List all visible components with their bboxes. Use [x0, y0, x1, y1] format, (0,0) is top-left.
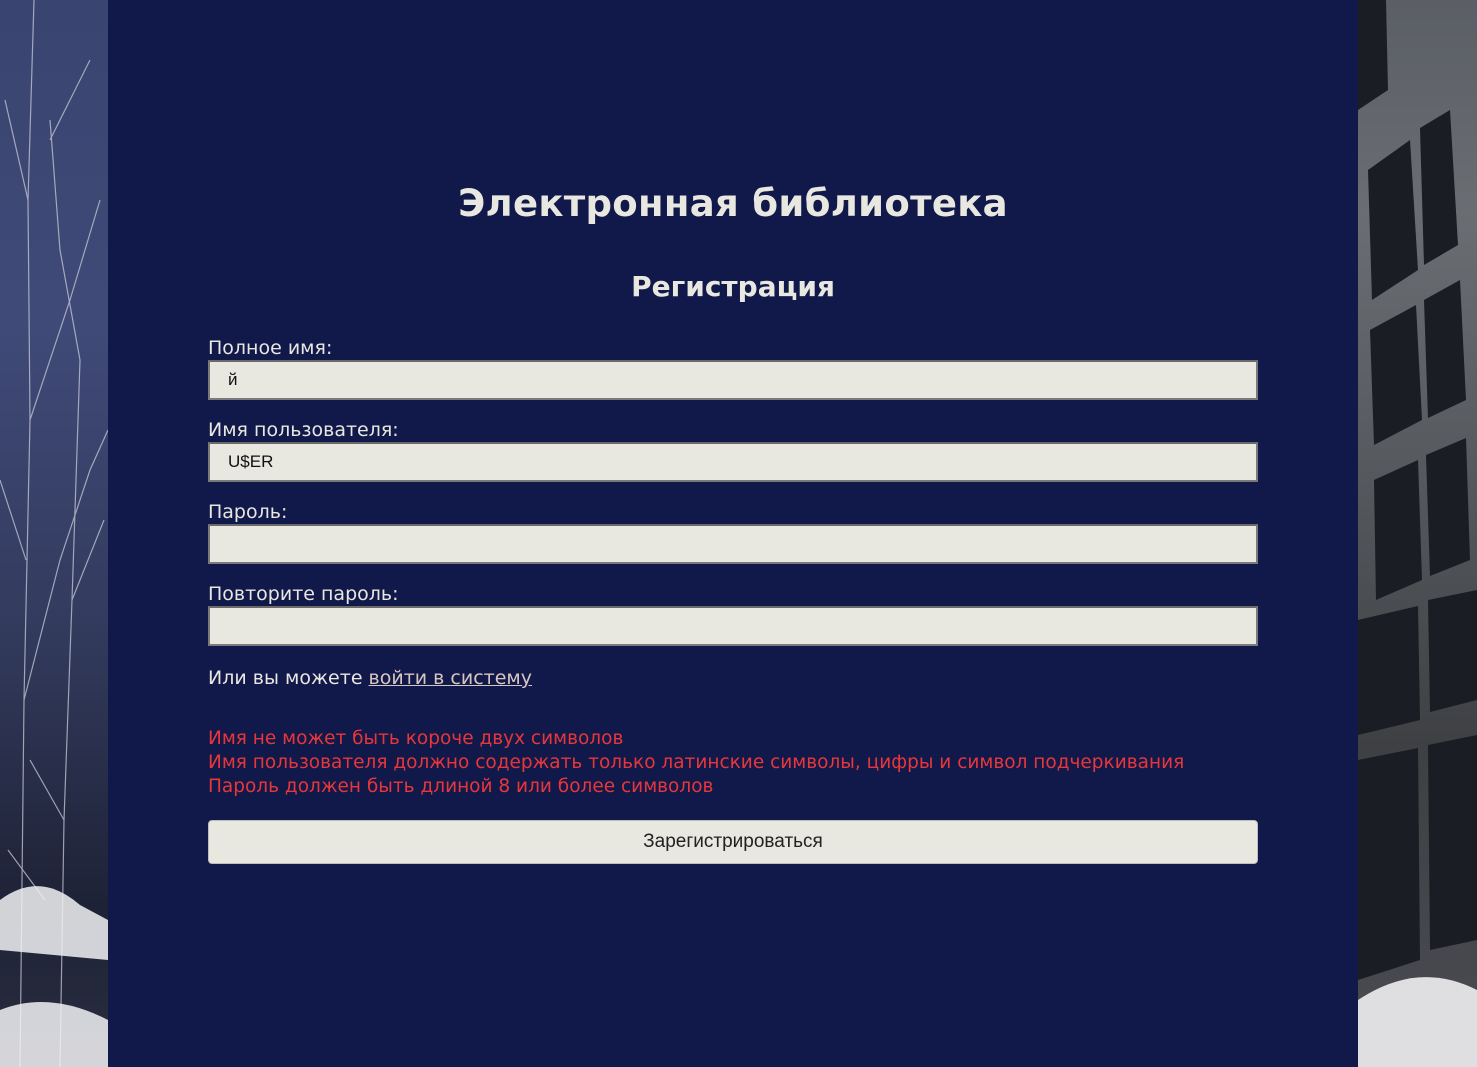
error-message: Имя не может быть короче двух символов [208, 728, 624, 749]
error-list: Имя не может быть короче двух символов И… [208, 727, 1258, 799]
username-input[interactable] [208, 442, 1258, 482]
site-title: Электронная библиотека [458, 182, 1008, 225]
registration-form: Полное имя: Имя пользователя: Пароль: По… [208, 336, 1258, 864]
login-prompt: Или вы можете войти в систему [208, 664, 1258, 692]
password-repeat-label: Повторите пароль: [208, 583, 399, 605]
form-title: Регистрация [631, 270, 835, 303]
register-button[interactable]: Зарегистрироваться [208, 820, 1258, 864]
password-input[interactable] [208, 524, 1258, 564]
password-label: Пароль: [208, 501, 288, 523]
error-message: Пароль должен быть длиной 8 или более си… [208, 776, 714, 797]
error-message: Имя пользователя должно содержать только… [208, 752, 1185, 773]
username-label: Имя пользователя: [208, 419, 399, 441]
login-link[interactable]: войти в систему [369, 667, 532, 689]
full-name-label: Полное имя: [208, 337, 333, 359]
full-name-input[interactable] [208, 360, 1258, 400]
password-repeat-input[interactable] [208, 606, 1258, 646]
content-panel: Электронная библиотека Регистрация Полно… [108, 0, 1358, 1067]
background-photo-right [1358, 0, 1477, 1067]
background-photo-left [0, 0, 108, 1067]
login-prompt-text: Или вы можете [208, 667, 369, 689]
